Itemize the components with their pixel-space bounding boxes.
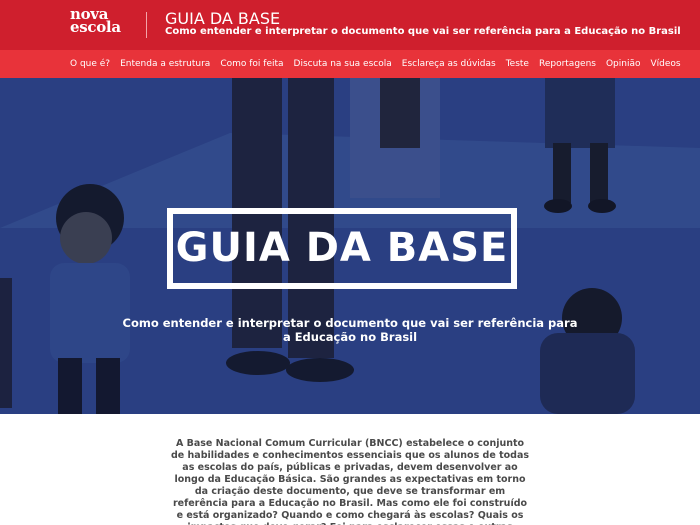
intro-section: A Base Nacional Comum Curricular (BNCC) …	[0, 414, 700, 525]
nav-item-esclareca-as-duvidas[interactable]: Esclareça as dúvidas	[402, 50, 496, 78]
nav-item-como-foi-feita[interactable]: Como foi feita	[220, 50, 283, 78]
hero-title: GUIA DA BASE	[175, 225, 509, 271]
main-navigation: O que é? Entenda a estrutura Como foi fe…	[0, 50, 700, 78]
nav-item-o-que-e[interactable]: O que é?	[70, 50, 110, 78]
nav-item-reportagens[interactable]: Reportagens	[539, 50, 596, 78]
nav-item-teste[interactable]: Teste	[506, 50, 529, 78]
nav-item-videos[interactable]: Vídeos	[651, 50, 681, 78]
hero-banner: GUIA DA BASE Como entender e interpretar…	[0, 78, 700, 414]
header-divider	[146, 12, 147, 38]
nav-item-opiniao[interactable]: Opinião	[606, 50, 641, 78]
hero-subtitle: Como entender e interpretar o documento …	[122, 316, 578, 344]
nova-escola-logo[interactable]: nova escola	[70, 7, 130, 36]
nav-item-discuta-na-sua-escola[interactable]: Discuta na sua escola	[294, 50, 392, 78]
hero-title-box: GUIA DA BASE	[167, 208, 517, 289]
intro-paragraph: A Base Nacional Comum Curricular (BNCC) …	[170, 438, 530, 525]
site-header: nova escola GUIA DA BASE Como entender e…	[0, 0, 700, 50]
site-subtitle: Como entender e interpretar o documento …	[165, 26, 681, 37]
logo-word-2: escola	[70, 18, 121, 36]
nav-item-entenda-a-estrutura[interactable]: Entenda a estrutura	[120, 50, 210, 78]
